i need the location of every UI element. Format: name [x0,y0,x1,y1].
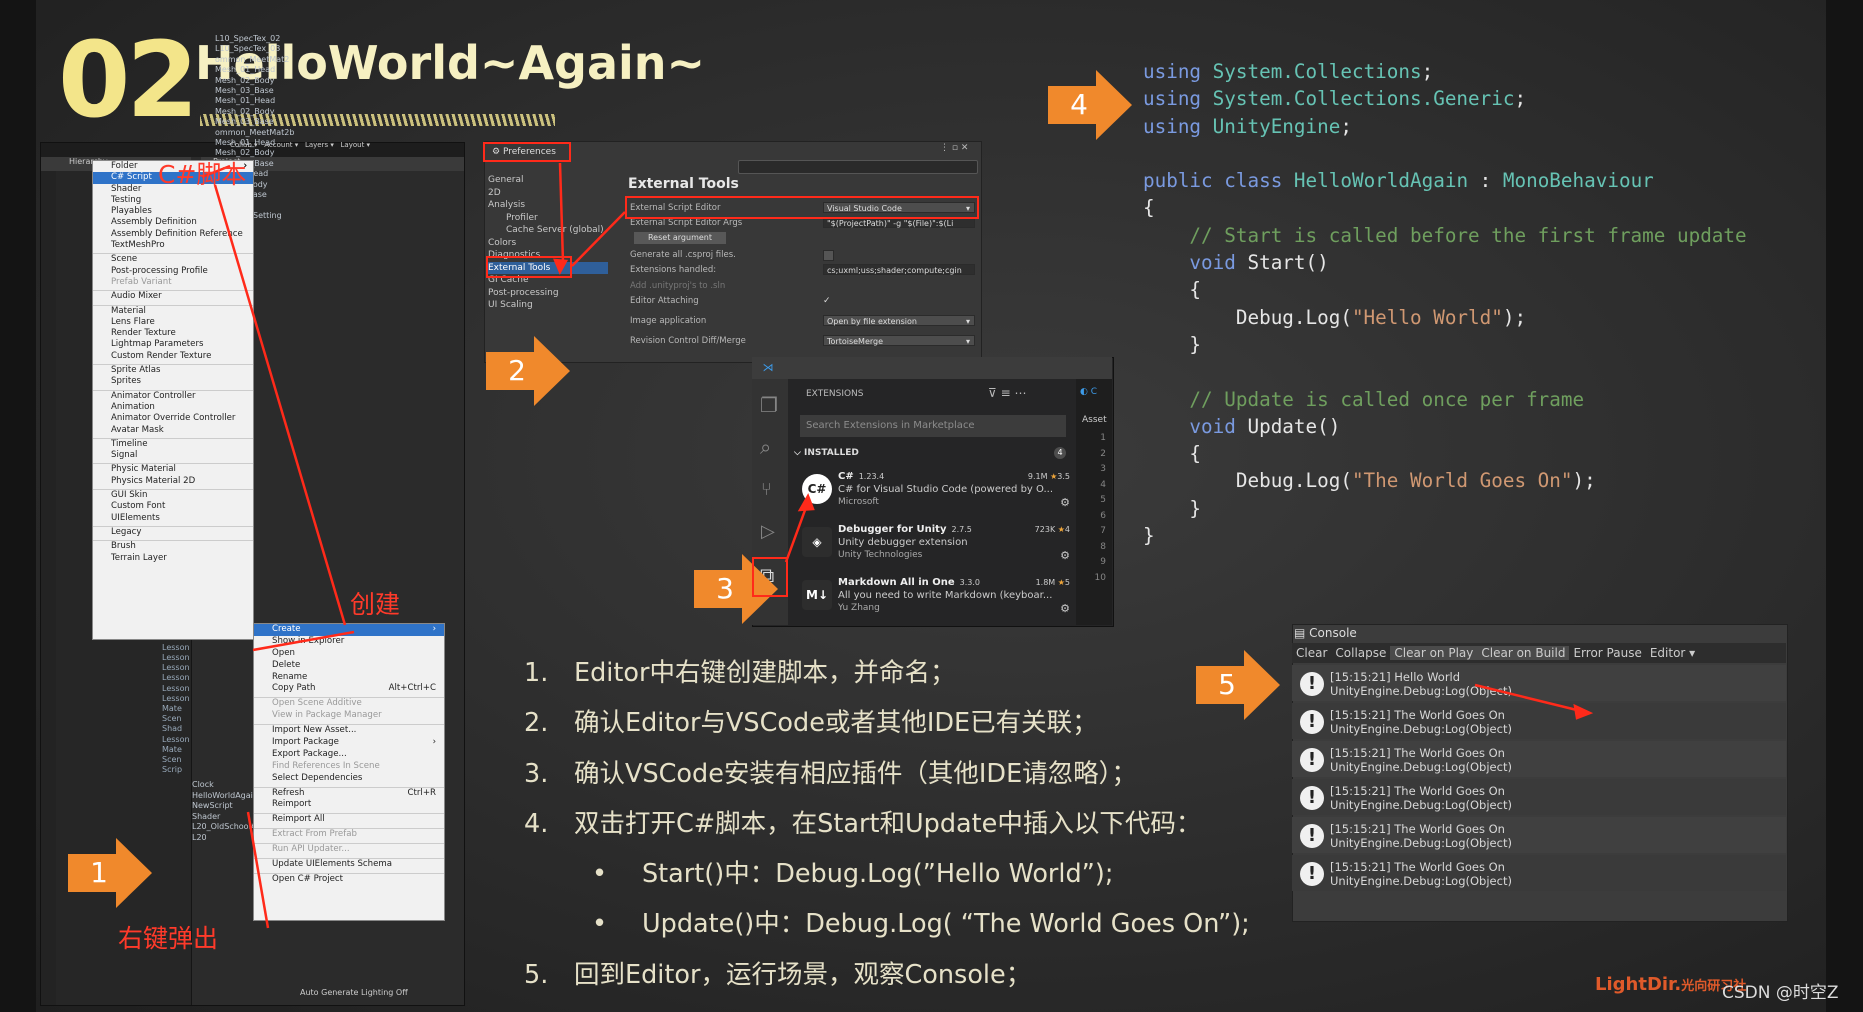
annotation-lines [201,162,1594,929]
arrowhead-console [1573,703,1594,720]
line-prefs-to-tools [558,162,565,263]
arrowhead-tools [553,258,569,275]
line-ext-to-csharp [784,501,810,563]
line-tools-to-editor [571,211,626,267]
annotation-create: 创建 [350,590,401,619]
csdn-watermark: CSDN @时空Z [1722,983,1839,1003]
line-create-label [252,630,355,652]
line-console-hello [1474,683,1586,714]
line-csharp-to-create [213,184,347,626]
line-rightclick [246,811,270,929]
arrowhead-csharp [797,493,815,512]
annotation-right-click: 右键弹出 [118,924,219,953]
annotation-csharp-script: C#脚本 [158,160,247,189]
